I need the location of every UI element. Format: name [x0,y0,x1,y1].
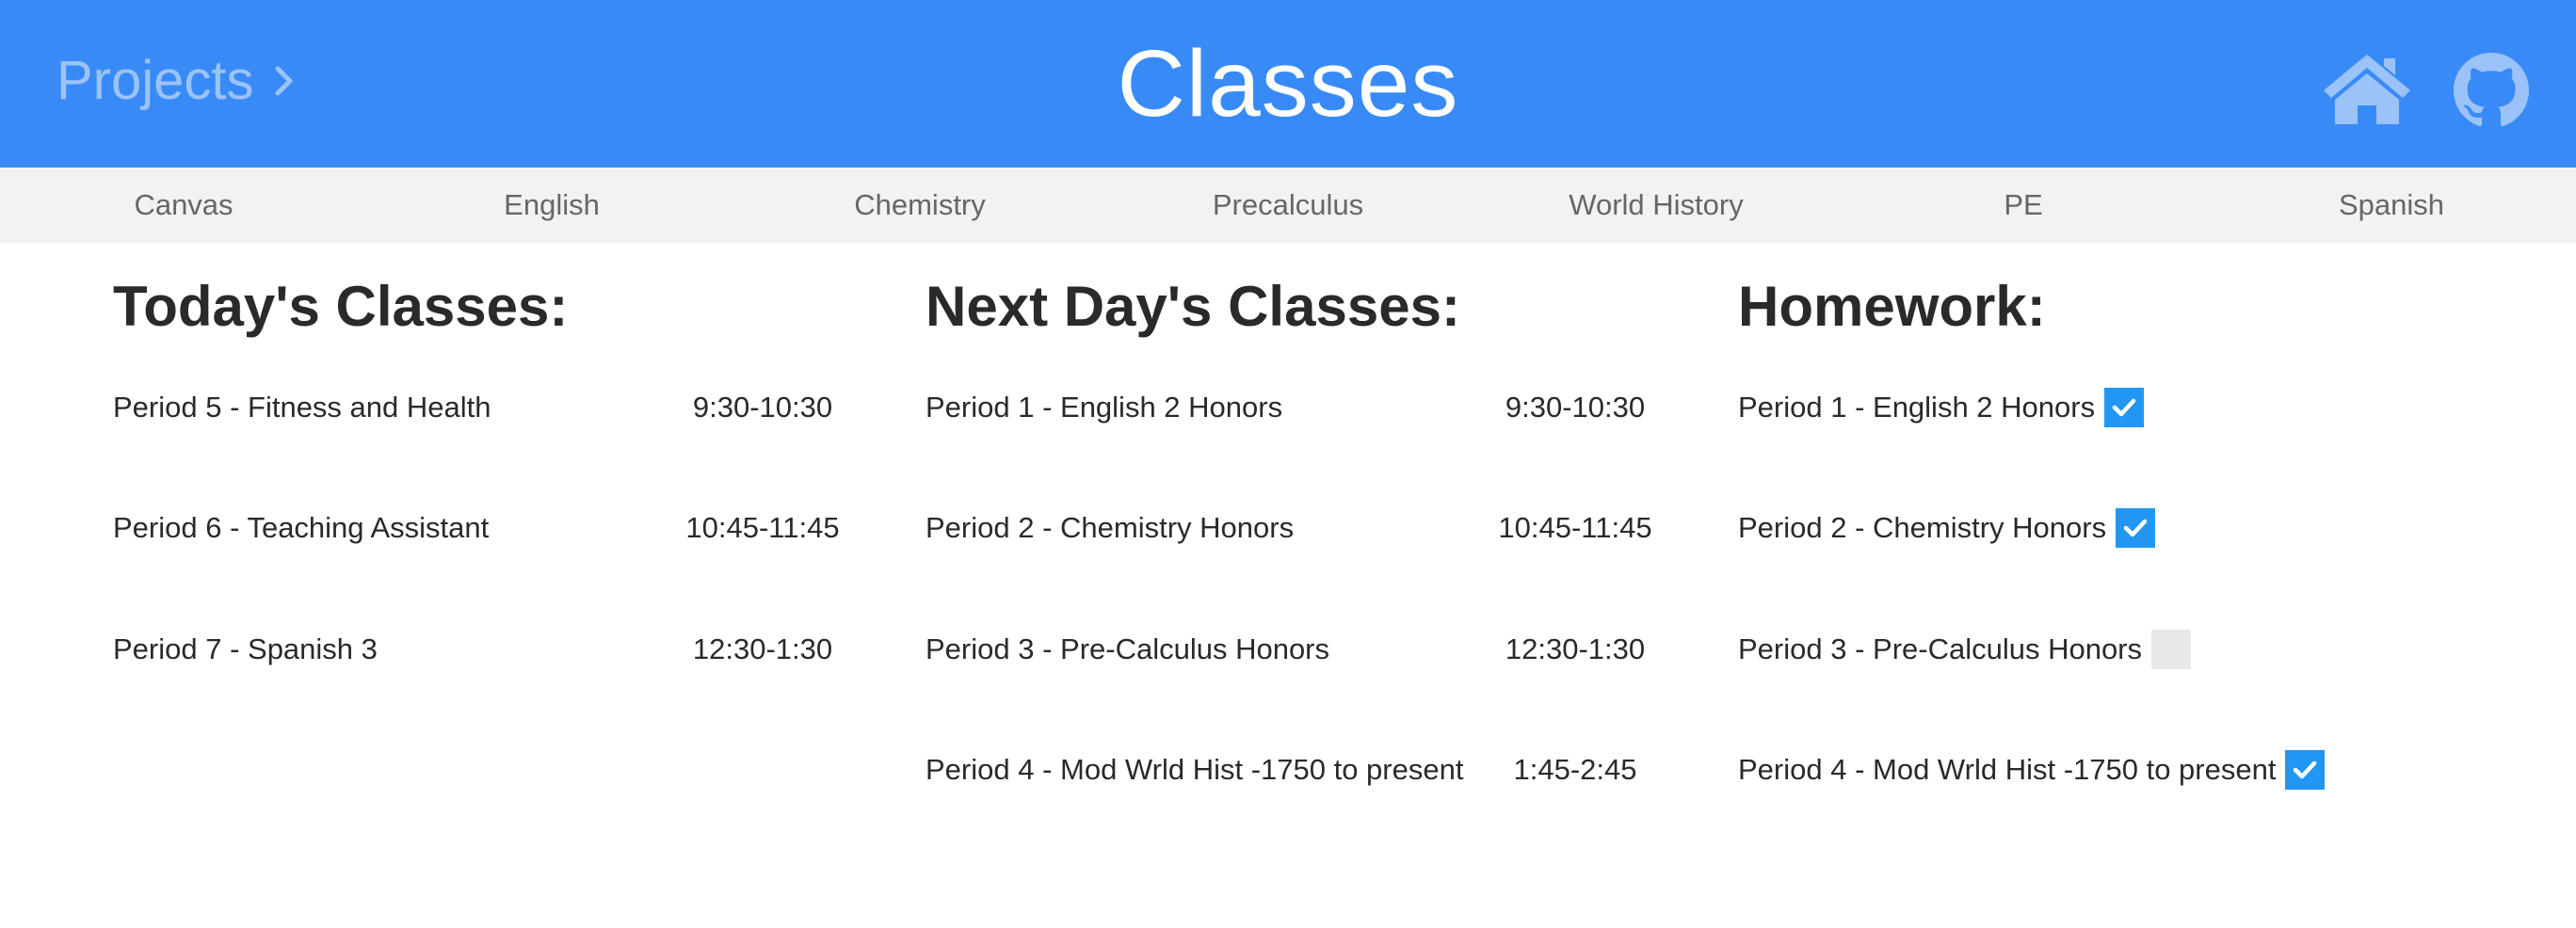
checkmark-icon [2123,519,2148,537]
nav-item-chemistry[interactable]: Chemistry [779,168,1061,243]
next-row-time: 1:45-2:45 [1513,753,1637,786]
home-icon[interactable] [2322,53,2412,124]
homework-item: Period 2 - Chemistry Honors [1738,504,2156,552]
next-row-name: Period 2 - Chemistry Honors [926,511,1295,544]
next-row-name: Period 1 - English 2 Honors [926,391,1283,424]
homework-checkbox[interactable] [2285,750,2326,790]
class-nav: Canvas English Chemistry Precalculus Wor… [0,168,2576,243]
today-row-name: Period 5 - Fitness and Health [113,391,491,424]
homework-item-label: Period 2 - Chemistry Honors [1738,511,2107,544]
homework-checkbox[interactable] [2116,508,2156,548]
next-row-name: Period 4 - Mod Wrld Hist -1750 to presen… [926,753,1464,786]
today-column: Today's Classes: Period 5 - Fitness and … [113,273,857,665]
today-row-time: 10:45-11:45 [685,511,840,544]
page-title: Classes [1117,31,1459,136]
checkmark-icon [2294,760,2317,779]
nav-item-world-history[interactable]: World History [1515,168,1797,243]
nav-item-english[interactable]: English [411,168,693,243]
homework-column: Homework: Period 1 - English 2 Honors Pe… [1738,273,2491,790]
nav-item-canvas[interactable]: Canvas [42,168,325,243]
homework-checkbox[interactable] [2104,388,2145,427]
next-row-time: 10:45-11:45 [1498,511,1652,544]
next-day-heading: Next Day's Classes: [926,275,1460,338]
next-row-name: Period 3 - Pre-Calculus Honors [926,632,1330,665]
github-icon[interactable] [2454,53,2529,128]
homework-item: Period 1 - English 2 Honors [1738,384,2145,431]
today-row-time: 12:30-1:30 [692,632,833,665]
today-row-name: Period 7 - Spanish 3 [113,632,378,665]
nav-item-precalculus[interactable]: Precalculus [1147,168,1429,243]
today-row-time: 9:30-10:30 [692,391,833,424]
homework-item: Period 4 - Mod Wrld Hist -1750 to presen… [1738,746,2326,793]
next-day-column: Next Day's Classes: Period 1 - English 2… [926,273,1669,786]
today-heading: Today's Classes: [113,275,569,338]
homework-heading: Homework: [1738,275,2046,338]
nav-item-pe[interactable]: PE [1882,168,2165,243]
next-row-time: 9:30-10:30 [1505,391,1646,424]
homework-checkbox[interactable] [2151,630,2192,669]
checkmark-icon [2112,398,2136,417]
header-bar: Projects Classes [0,0,2576,168]
homework-item-label: Period 3 - Pre-Calculus Honors [1738,632,2143,665]
nav-item-spanish[interactable]: Spanish [2250,168,2533,243]
next-row-time: 12:30-1:30 [1505,632,1646,665]
homework-item-label: Period 1 - English 2 Honors [1738,391,2096,424]
today-row-name: Period 6 - Teaching Assistant [113,511,490,544]
homework-item: Period 3 - Pre-Calculus Honors [1738,626,2192,673]
homework-item-label: Period 4 - Mod Wrld Hist -1750 to presen… [1738,753,2277,786]
